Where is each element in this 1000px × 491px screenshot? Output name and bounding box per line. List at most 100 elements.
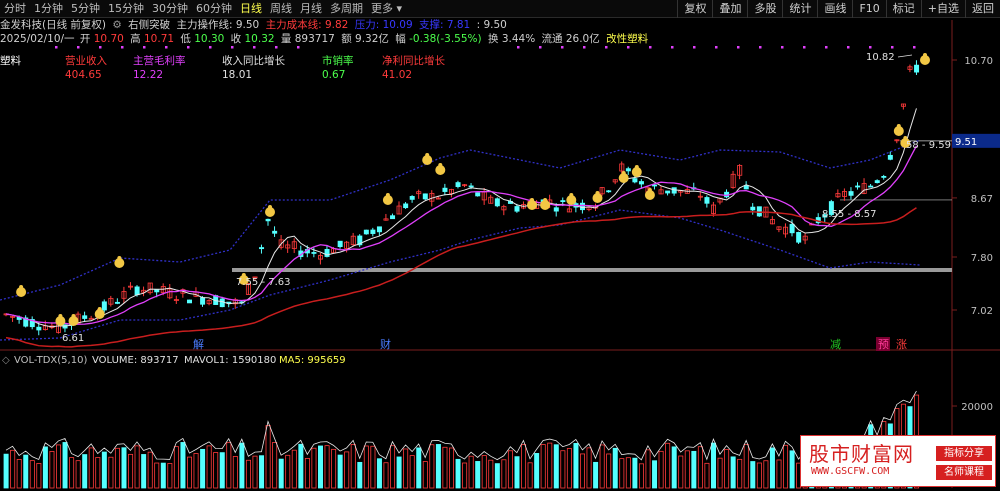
high-marker: 10.82 [866, 52, 895, 63]
period-tab[interactable]: 分时 [0, 0, 30, 18]
volume-bar [298, 443, 304, 489]
volume-bar [180, 442, 186, 489]
cost-line: 主力成本线: 9.82 [265, 19, 349, 31]
quote-amount: 9.32亿 [355, 33, 389, 45]
toolbar-button[interactable]: 标记 [885, 0, 921, 18]
volume-bar [147, 451, 153, 489]
volume-bar [3, 453, 9, 489]
signal-dot [737, 46, 740, 49]
volume-bar [82, 454, 88, 489]
candle-body [134, 286, 140, 296]
volume-bar [16, 459, 22, 489]
fund-label: 净利同比增长 [382, 55, 445, 67]
candle-body [494, 198, 500, 207]
toolbar-button[interactable]: 复权 [677, 0, 712, 18]
money-bag-top [438, 163, 443, 167]
period-tab[interactable]: 60分钟 [192, 0, 236, 18]
candle-body [468, 185, 474, 188]
volume-bar [265, 425, 271, 489]
period-tab[interactable]: 多周期 [326, 0, 367, 18]
period-tab[interactable]: 1分钟 [30, 0, 67, 18]
volume-bar [409, 455, 415, 489]
volume-bar [285, 454, 291, 489]
candle-body [403, 203, 409, 209]
candle-body [514, 206, 520, 212]
change-label: 幅 [395, 33, 406, 45]
settings-icon[interactable]: ⚙ [112, 19, 121, 31]
volume-bar [317, 445, 323, 489]
period-tab[interactable]: 日线 [236, 0, 266, 18]
high-label: 高 [130, 33, 141, 45]
signal-dot [517, 46, 520, 49]
volume-bar [219, 452, 225, 489]
quote-sector[interactable]: 改性塑料 [606, 33, 648, 45]
candle-body [259, 247, 265, 250]
amount-label: 额 [341, 33, 352, 45]
volume-title: VOL-TDX(5,10) [14, 355, 87, 366]
fund-label: 收入同比增长 [222, 55, 285, 67]
signal-dot [605, 46, 608, 49]
mavol1-value: MAVOL1: 1590180 [184, 355, 276, 366]
candle-body [442, 187, 448, 192]
toolbar-button[interactable]: 统计 [782, 0, 817, 18]
volume-bar [403, 448, 409, 489]
volume-bar [711, 442, 717, 489]
toolbar-button[interactable]: 返回 [965, 0, 1000, 18]
indicator-name[interactable]: 右侧突破 [128, 19, 170, 31]
money-bag-top [117, 256, 122, 260]
volume-bar [311, 447, 317, 489]
volume-bar [245, 459, 251, 489]
lower-band [0, 209, 921, 341]
period-tab[interactable]: 更多 ▾ [367, 0, 406, 18]
toolbar-button[interactable]: 叠加 [712, 0, 747, 18]
volume-settings-icon: ◇ [2, 355, 10, 366]
event-marker: 减 [830, 338, 841, 351]
fundamentals-values: 404.65 12.22 18.01 0.67 41.02 [0, 69, 460, 83]
volume-bar [49, 451, 55, 489]
volume-bar [278, 458, 284, 489]
volume-bar [586, 447, 592, 489]
period-tab[interactable]: 月线 [296, 0, 326, 18]
signal-dot [803, 46, 806, 49]
recent-band-label: 58 - 9.59 [906, 140, 951, 151]
volume-bar [625, 457, 631, 489]
toolbar-button[interactable]: 画线 [817, 0, 852, 18]
toolbar-button[interactable]: +自选 [920, 0, 965, 18]
volume-bar [665, 442, 671, 489]
period-tab[interactable]: 5分钟 [67, 0, 104, 18]
candle-body [475, 192, 481, 197]
volume-bar [547, 442, 553, 489]
money-bag-top [896, 124, 901, 128]
period-tab[interactable]: 15分钟 [104, 0, 148, 18]
candle-body [887, 154, 893, 160]
volume-bar [704, 462, 710, 489]
quote-change: -0.38(-3.55%) [409, 33, 482, 45]
volume-bar [783, 444, 789, 489]
volume-bar [167, 463, 173, 489]
volume-bar [62, 442, 68, 489]
indicator-header: 金发科技(日线 前复权) ⚙ 右侧突破 主力操作线: 9.50 主力成本线: 9… [0, 18, 510, 32]
signal-dot [913, 46, 916, 49]
volume-bar [599, 444, 605, 489]
volume-bar [213, 452, 219, 489]
period-tab[interactable]: 周线 [266, 0, 296, 18]
volume-bar [337, 454, 343, 489]
toolbar-button[interactable]: 多股 [747, 0, 782, 18]
volume-bar [272, 442, 278, 489]
main-op-line: 主力操作线: 9.50 [176, 19, 260, 31]
volume-bar [534, 453, 540, 489]
volume-bar [259, 455, 265, 489]
volume-bar [501, 459, 507, 489]
pressure-value: 压力: 10.09 [354, 19, 413, 31]
signal-dot [275, 46, 278, 49]
volume-bar [475, 461, 481, 489]
quote-open: 10.70 [93, 33, 124, 45]
volume-tick-label: 20000 [961, 402, 993, 413]
volume-bar [606, 453, 612, 489]
volume-bar [114, 447, 120, 489]
extra-value: : 9.50 [476, 19, 507, 31]
open-label: 开 [79, 33, 91, 45]
toolbar-button[interactable]: F10 [852, 0, 885, 18]
volume-bar [468, 455, 474, 489]
period-tab[interactable]: 30分钟 [148, 0, 192, 18]
